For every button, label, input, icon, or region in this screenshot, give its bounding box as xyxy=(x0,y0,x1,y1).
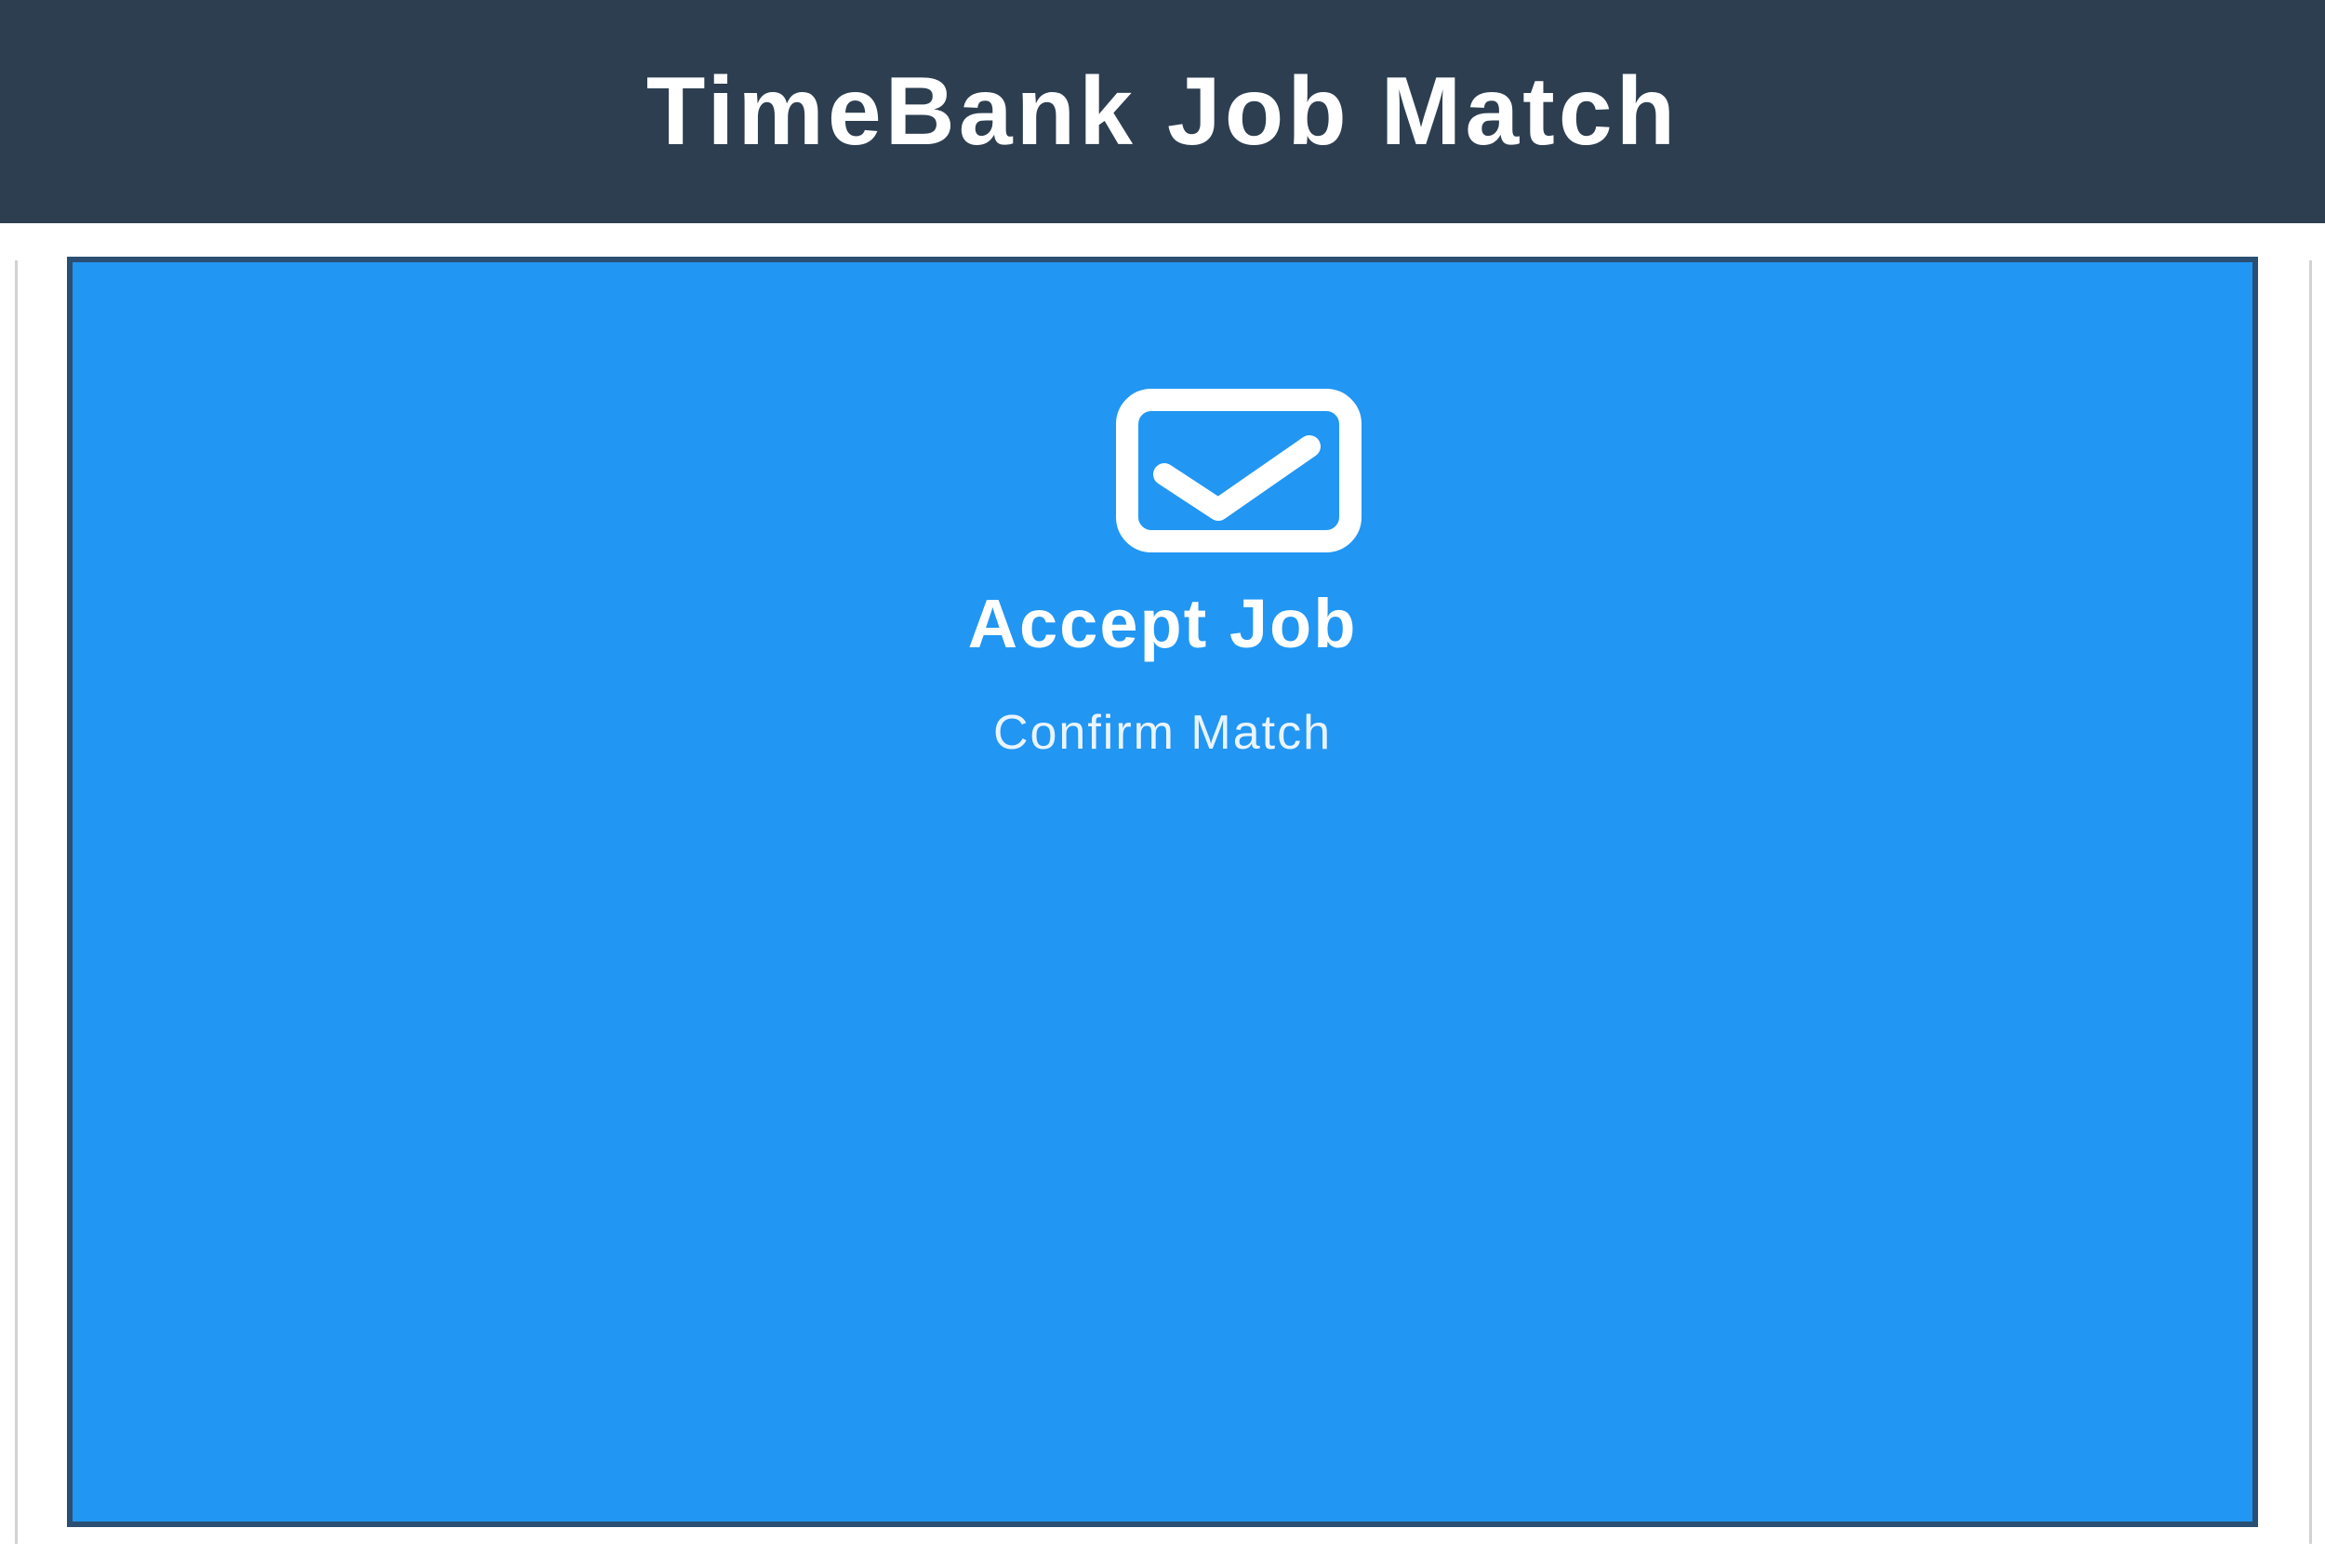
accept-job-title: Accept Job xyxy=(967,585,1358,662)
left-divider xyxy=(15,260,18,1544)
app-header: TimeBank Job Match xyxy=(0,0,2325,223)
app-title: TimeBank Job Match xyxy=(645,58,1680,166)
accept-job-button[interactable]: Accept Job Confirm Match xyxy=(67,257,2258,1527)
right-divider xyxy=(2309,260,2312,1544)
checkbox-checked-icon xyxy=(1116,389,1362,552)
confirm-match-subtitle: Confirm Match xyxy=(992,706,1333,760)
